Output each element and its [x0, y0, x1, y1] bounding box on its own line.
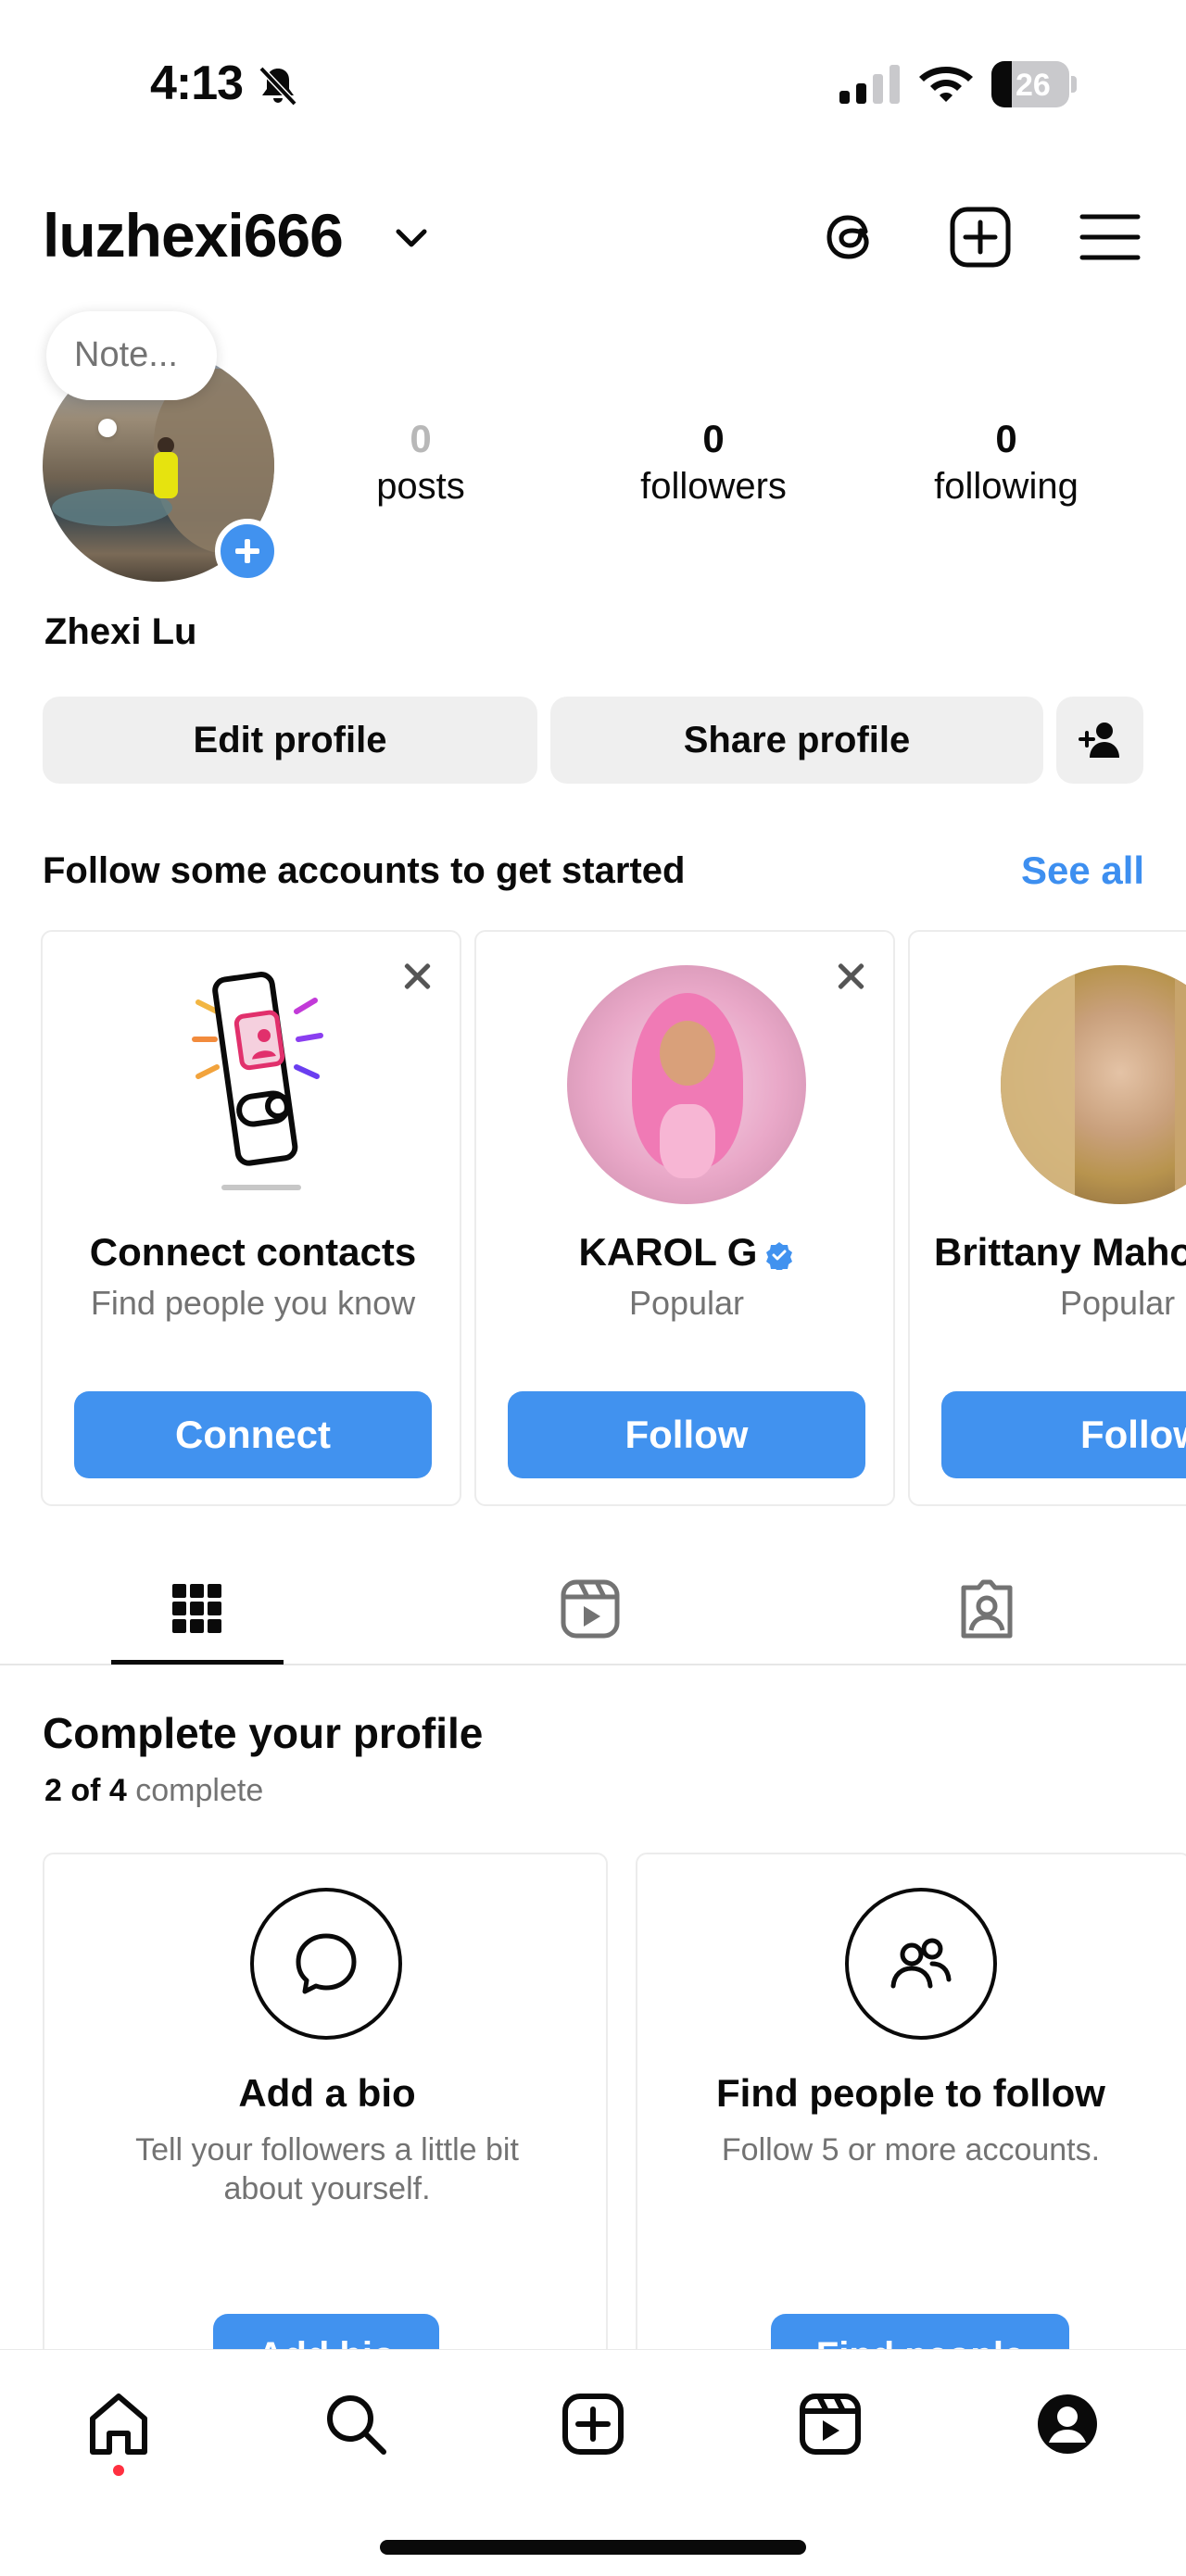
nav-create[interactable] — [556, 2387, 630, 2461]
reels-icon — [561, 1579, 620, 1639]
suggestion-card-karol-g[interactable]: KAROL G Popular Follow — [474, 930, 895, 1506]
suggestion-subtitle: Popular — [628, 1284, 745, 1322]
progress-label: complete — [135, 1773, 264, 1808]
dismiss-icon[interactable] — [834, 960, 867, 993]
tab-reels[interactable] — [504, 1556, 676, 1665]
card-description: Tell your followers a little bit about y… — [135, 2132, 519, 2206]
posts-count: 0 — [410, 417, 432, 460]
connect-button[interactable]: Connect — [74, 1391, 432, 1478]
follow-button[interactable]: Follow — [508, 1391, 865, 1478]
suggestion-title: KAROL G — [476, 1230, 893, 1275]
threads-icon[interactable] — [817, 204, 884, 270]
hamburger-menu-icon[interactable] — [1077, 204, 1143, 270]
posts-label: posts — [376, 466, 465, 507]
chevron-down-icon[interactable] — [393, 224, 430, 252]
home-indicator[interactable] — [380, 2540, 806, 2555]
note-bubble[interactable]: Note... — [46, 311, 217, 400]
suggestion-subtitle: Popular — [1060, 1284, 1176, 1322]
complete-profile-progress: 2 of 4 complete — [44, 1773, 263, 1809]
tagged-icon — [961, 1579, 1013, 1639]
add-person-icon — [1079, 723, 1119, 758]
following-label: following — [934, 466, 1079, 507]
edit-profile-button[interactable]: Edit profile — [43, 697, 537, 784]
notification-dot — [113, 2465, 124, 2476]
contacts-phone-illustration-icon — [192, 972, 323, 1190]
following-stat[interactable]: 0 following — [895, 415, 1117, 509]
wifi-icon — [919, 67, 973, 102]
followers-stat[interactable]: 0 followers — [602, 415, 825, 509]
avatar[interactable] — [567, 965, 806, 1204]
battery-icon: 26 — [991, 61, 1077, 107]
profile-header: luzhexi666 — [0, 185, 1186, 287]
followers-count: 0 — [702, 417, 725, 460]
cellular-signal-icon — [839, 65, 900, 104]
follow-button[interactable]: Follow — [941, 1391, 1186, 1478]
profile-icon — [1038, 2394, 1097, 2454]
nav-home[interactable] — [82, 2387, 156, 2461]
suggestion-title: Brittany Maho — [934, 1230, 1186, 1274]
create-plus-square-icon[interactable] — [947, 204, 1014, 270]
suggestion-card-brittany[interactable]: Brittany Maho Popular Follow — [908, 930, 1186, 1506]
active-tab-indicator — [111, 1660, 284, 1665]
following-count: 0 — [995, 417, 1017, 460]
profile-tabs — [0, 1556, 1186, 1665]
card-description: Follow 5 or more accounts. — [721, 2132, 1101, 2168]
card-title: Find people to follow — [716, 2071, 1105, 2115]
status-bar: 4:13 26 — [0, 0, 1186, 139]
add-bio-card: Add a bio Tell your followers a little b… — [43, 1853, 608, 2371]
search-icon — [327, 2395, 386, 2455]
suggestion-subtitle: Find people you know — [90, 1284, 416, 1322]
battery-percent: 26 — [1016, 68, 1051, 103]
see-all-link[interactable]: See all — [1021, 848, 1144, 893]
note-bubble-tail — [98, 419, 117, 437]
tab-tagged[interactable] — [901, 1556, 1073, 1665]
dismiss-icon[interactable] — [400, 960, 434, 993]
reels-icon — [800, 2394, 861, 2455]
share-profile-button[interactable]: Share profile — [550, 697, 1043, 784]
nav-reels[interactable] — [793, 2387, 867, 2461]
avatar[interactable] — [1001, 965, 1186, 1204]
grid-icon — [172, 1584, 221, 1633]
home-icon — [90, 2394, 147, 2455]
nav-search[interactable] — [319, 2387, 393, 2461]
people-icon — [845, 1888, 997, 2040]
speech-bubble-icon — [250, 1888, 402, 2040]
verified-badge-icon — [766, 1241, 793, 1270]
followers-label: followers — [640, 466, 787, 507]
progress-count: 2 of 4 — [44, 1773, 127, 1808]
suggestion-card-connect-contacts: Connect contacts Find people you know Co… — [41, 930, 461, 1506]
tab-posts-grid[interactable] — [111, 1556, 284, 1665]
find-people-card: Find people to follow Follow 5 or more a… — [636, 1853, 1186, 2371]
suggestions-heading: Follow some accounts to get started — [43, 850, 686, 891]
add-story-plus-icon[interactable] — [215, 519, 280, 584]
card-title: Add a bio — [238, 2071, 416, 2115]
account-name: KAROL G — [578, 1230, 758, 1274]
complete-profile-title: Complete your profile — [43, 1709, 484, 1757]
status-time: 4:13 — [150, 57, 244, 110]
nav-profile[interactable] — [1030, 2387, 1104, 2461]
full-name: Zhexi Lu — [44, 611, 197, 652]
discover-people-button[interactable] — [1056, 697, 1143, 784]
suggestion-title: Connect contacts — [89, 1230, 417, 1274]
username-switcher[interactable]: luzhexi666 — [43, 200, 344, 270]
posts-stat: 0 posts — [309, 415, 532, 509]
create-icon — [562, 2394, 624, 2455]
bell-slash-icon — [259, 66, 297, 107]
